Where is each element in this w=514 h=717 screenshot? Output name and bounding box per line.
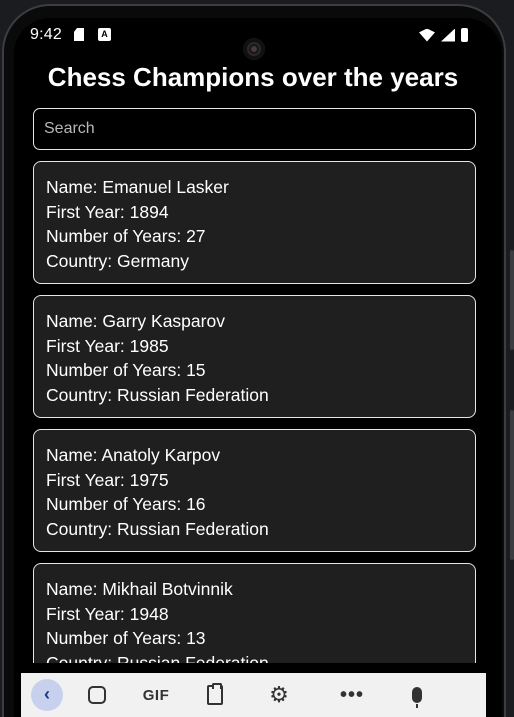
clipboard-button[interactable] bbox=[203, 673, 227, 717]
phone-frame: 9:42 A Chess Champions over the years Na… bbox=[0, 0, 514, 717]
app-screen: 9:42 A Chess Champions over the years Na… bbox=[14, 18, 502, 717]
keyboard-a-icon: A bbox=[98, 28, 111, 41]
champion-name: Name: Mikhail Botvinnik bbox=[46, 579, 233, 599]
champion-country: Country: Russian Federation bbox=[46, 384, 269, 405]
voice-input-button[interactable] bbox=[407, 673, 427, 717]
clipboard-icon bbox=[207, 683, 223, 705]
wifi-icon bbox=[419, 28, 435, 42]
more-icon: ••• bbox=[339, 683, 364, 706]
settings-button[interactable]: ⚙ bbox=[267, 673, 291, 717]
cell-signal-icon bbox=[441, 28, 455, 42]
champion-first-year: First Year: 1985 bbox=[46, 335, 169, 356]
champion-num-years: Number of Years: 13 bbox=[46, 628, 206, 648]
back-chevron-icon[interactable]: ‹ bbox=[31, 679, 63, 711]
champion-name: Name: Anatoly Karpov bbox=[46, 445, 221, 465]
champion-first-year: First Year: 1948 bbox=[46, 603, 169, 624]
sticker-button[interactable] bbox=[85, 673, 109, 717]
champion-card[interactable]: Name: Mikhail Botvinnik First Year: 1948… bbox=[33, 563, 476, 663]
champion-country: Country: Russian Federation bbox=[46, 652, 269, 664]
champion-first-year: First Year: 1894 bbox=[46, 201, 169, 222]
keyboard-toolbar: ‹ GIF ⚙ ••• bbox=[21, 673, 486, 717]
champion-card[interactable]: Name: Anatoly Karpov First Year: 1975 Nu… bbox=[33, 429, 476, 552]
microphone-icon bbox=[412, 687, 422, 708]
battery-icon bbox=[461, 28, 468, 42]
more-button[interactable]: ••• bbox=[337, 673, 367, 717]
search-input[interactable] bbox=[33, 108, 476, 150]
champion-card[interactable]: Name: Emanuel Lasker First Year: 1894 Nu… bbox=[33, 161, 476, 284]
champion-num-years: Number of Years: 15 bbox=[46, 360, 206, 380]
power-button bbox=[510, 410, 514, 560]
sticker-icon bbox=[88, 686, 106, 704]
page-title: Chess Champions over the years bbox=[47, 62, 459, 92]
status-bar: 9:42 A bbox=[14, 18, 502, 60]
front-camera bbox=[243, 38, 265, 60]
champion-country: Country: Germany bbox=[46, 250, 189, 271]
gif-icon: GIF bbox=[142, 686, 170, 704]
champion-card[interactable]: Name: Garry Kasparov First Year: 1985 Nu… bbox=[33, 295, 476, 418]
status-icons bbox=[419, 28, 468, 42]
champion-first-year: First Year: 1975 bbox=[46, 469, 169, 490]
sd-card-icon bbox=[74, 28, 84, 41]
champion-num-years: Number of Years: 16 bbox=[46, 494, 206, 514]
status-time: 9:42 bbox=[30, 26, 62, 43]
gif-button[interactable]: GIF bbox=[139, 673, 173, 717]
gear-icon: ⚙ bbox=[269, 682, 289, 707]
champion-list[interactable]: Name: Emanuel Lasker First Year: 1894 Nu… bbox=[33, 161, 476, 663]
champion-name: Name: Garry Kasparov bbox=[46, 311, 225, 331]
champion-num-years: Number of Years: 27 bbox=[46, 226, 206, 246]
champion-country: Country: Russian Federation bbox=[46, 518, 269, 539]
volume-button bbox=[510, 250, 514, 350]
champion-name: Name: Emanuel Lasker bbox=[46, 177, 229, 197]
